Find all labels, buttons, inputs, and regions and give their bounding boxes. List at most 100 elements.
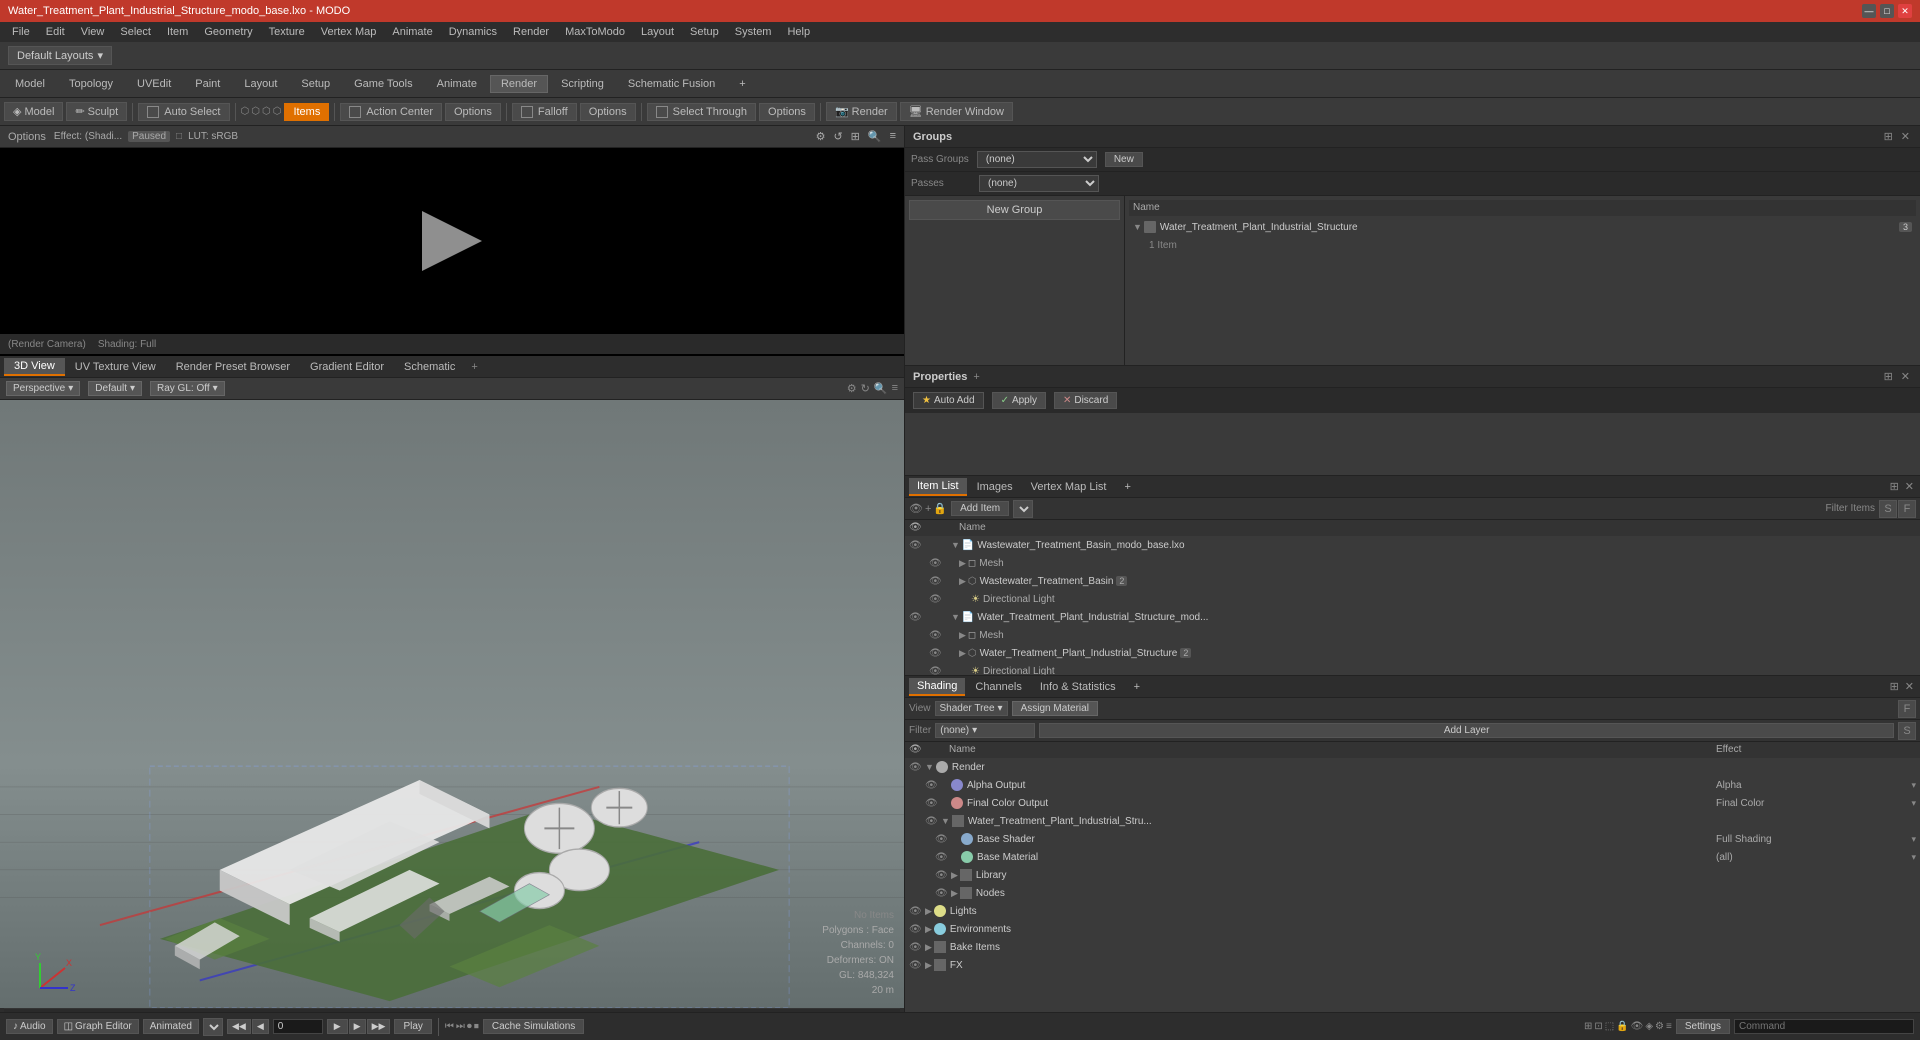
maximize-btn[interactable]: □ <box>1880 4 1894 18</box>
tab-game-tools[interactable]: Game Tools <box>343 75 424 93</box>
back-btn[interactable]: ◀ <box>252 1019 269 1034</box>
command-input[interactable] <box>1734 1019 1914 1034</box>
menu-help[interactable]: Help <box>779 22 818 42</box>
menu-select[interactable]: Select <box>112 22 159 42</box>
sculpt-mode-btn[interactable]: ✏ Sculpt <box>66 102 127 121</box>
fit-icon[interactable]: ⊞ <box>849 130 862 143</box>
settings-btn[interactable]: Settings <box>1676 1019 1730 1034</box>
shading-expand[interactable]: ⊞ <box>1888 680 1901 693</box>
auto-add-btn[interactable]: ★ Auto Add <box>913 392 984 409</box>
menu-render[interactable]: Render <box>505 22 557 42</box>
filter-dropdown-shading[interactable]: (none) ▾ <box>935 723 1035 738</box>
vc-icon-4[interactable]: 🔒 <box>1616 1021 1628 1032</box>
eye-render[interactable]: 👁 <box>909 762 923 773</box>
menu-geometry[interactable]: Geometry <box>196 22 260 42</box>
options-btn-1[interactable]: Options <box>445 103 501 121</box>
tab-layout[interactable]: Layout <box>233 75 288 93</box>
arrow-mesh2[interactable]: ▶ <box>959 630 966 641</box>
eye-nodes[interactable]: 👁 <box>935 888 949 899</box>
shading-close[interactable]: ✕ <box>1903 680 1916 693</box>
tab-item-list[interactable]: Item List <box>909 478 967 496</box>
arrow-environments[interactable]: ▶ <box>925 924 932 935</box>
menu-dynamics[interactable]: Dynamics <box>441 22 505 42</box>
eye-2[interactable]: 👁 <box>909 612 922 623</box>
passes-dropdown[interactable]: (none) <box>979 175 1099 192</box>
eye-base-material[interactable]: 👁 <box>935 852 949 863</box>
tab-render[interactable]: Render <box>490 75 548 93</box>
vp-settings-icon[interactable]: ⚙ <box>847 382 857 395</box>
arrow-structure-group[interactable]: ▶ <box>959 648 966 659</box>
add-item-btn[interactable]: Add Item <box>951 501 1009 516</box>
dropdown-fc[interactable]: ▾ <box>1911 798 1916 809</box>
falloff-btn[interactable]: Falloff <box>512 103 577 121</box>
eye-dir1[interactable]: 👁 <box>929 594 942 605</box>
item-list-expand[interactable]: ⊞ <box>1888 480 1901 493</box>
tab-render-preset[interactable]: Render Preset Browser <box>166 359 300 375</box>
options-text[interactable]: Options <box>6 131 48 143</box>
eye-fx[interactable]: 👁 <box>909 960 923 971</box>
tab-images[interactable]: Images <box>969 479 1021 495</box>
tab-info-stats[interactable]: Info & Statistics <box>1032 679 1124 695</box>
prev-btn[interactable]: ◀◀ <box>227 1019 251 1034</box>
menu-vertex-map[interactable]: Vertex Map <box>313 22 385 42</box>
arrow-fx[interactable]: ▶ <box>925 960 932 971</box>
tab-add-item-list[interactable]: + <box>1116 479 1138 495</box>
il-f-btn[interactable]: F <box>1898 500 1916 518</box>
arrow-1[interactable]: ▼ <box>951 540 960 550</box>
tab-schematic[interactable]: Schematic Fusion <box>617 75 726 93</box>
vc-icon-5[interactable]: 👁 <box>1631 1021 1644 1032</box>
vc-icon-7[interactable]: ⚙ <box>1655 1021 1664 1032</box>
action-center-btn[interactable]: Action Center <box>340 103 442 121</box>
tab-animate[interactable]: Animate <box>426 75 488 93</box>
transport-2[interactable]: ⏭ <box>456 1021 465 1032</box>
eye-dir2[interactable]: 👁 <box>929 666 942 676</box>
animated-btn[interactable]: Animated <box>143 1019 199 1034</box>
menu-edit[interactable]: Edit <box>38 22 73 42</box>
shading-f-btn[interactable]: F <box>1898 700 1916 718</box>
assign-material-btn[interactable]: Assign Material <box>1012 701 1098 716</box>
render-btn[interactable]: 📷 Render <box>826 102 897 121</box>
eye-base-shader[interactable]: 👁 <box>935 834 949 845</box>
shader-tree-dropdown[interactable]: Shader Tree ▾ <box>935 701 1008 716</box>
add-item-dropdown[interactable] <box>1013 500 1033 518</box>
tab-uvedit[interactable]: UVEdit <box>126 75 182 93</box>
forward-btn[interactable]: ▶ <box>349 1019 366 1034</box>
tab-shading[interactable]: Shading <box>909 678 965 696</box>
audio-btn[interactable]: ♪ Audio <box>6 1019 53 1034</box>
tab-scripting[interactable]: Scripting <box>550 75 615 93</box>
items-btn[interactable]: Items <box>284 103 329 121</box>
ray-gl-dropdown[interactable]: Ray GL: Off ▾ <box>150 381 225 396</box>
vp-zoom-icon[interactable]: 🔍 <box>874 382 888 395</box>
vp-menu-icon[interactable]: ≡ <box>892 382 898 395</box>
window-controls[interactable]: — □ ✕ <box>1862 4 1912 18</box>
eye-alpha[interactable]: 👁 <box>925 780 939 791</box>
tab-add[interactable]: + <box>728 75 756 93</box>
eye-basin-group[interactable]: 👁 <box>929 576 942 587</box>
pass-groups-dropdown[interactable]: (none) <box>977 151 1097 168</box>
transport-4[interactable]: ⏹ <box>474 1021 479 1032</box>
apply-btn[interactable]: ✓ Apply <box>992 392 1046 409</box>
eye-lights[interactable]: 👁 <box>909 906 923 917</box>
options-btn-3[interactable]: Options <box>759 103 815 121</box>
render-window-btn[interactable]: 🖥 Render Window <box>900 102 1013 121</box>
vc-icon-8[interactable]: ≡ <box>1666 1021 1672 1032</box>
refresh-icon[interactable]: ↺ <box>831 130 844 143</box>
auto-select-btn[interactable]: Auto Select <box>138 103 229 121</box>
item-list-close[interactable]: ✕ <box>1903 480 1916 493</box>
close-panel-icon[interactable]: ✕ <box>1899 130 1912 143</box>
tab-uv-texture[interactable]: UV Texture View <box>65 359 166 375</box>
arrow-wt-file[interactable]: ▼ <box>941 816 950 826</box>
model-mode-btn[interactable]: ◈ Model <box>4 102 63 121</box>
minimize-btn[interactable]: — <box>1862 4 1876 18</box>
tab-topology[interactable]: Topology <box>58 75 124 93</box>
eye-1[interactable]: 👁 <box>909 540 922 551</box>
perspective-dropdown[interactable]: Perspective ▾ <box>6 381 80 396</box>
menu-setup[interactable]: Setup <box>682 22 727 42</box>
eye-final-color[interactable]: 👁 <box>925 798 939 809</box>
new-pass-group-btn[interactable]: New <box>1105 152 1143 167</box>
menu-view[interactable]: View <box>73 22 113 42</box>
vc-icon-1[interactable]: ⊞ <box>1584 1021 1592 1032</box>
vc-icon-6[interactable]: ◈ <box>1645 1021 1653 1032</box>
arrow-bake[interactable]: ▶ <box>925 942 932 953</box>
properties-add-icon[interactable]: + <box>973 371 979 383</box>
